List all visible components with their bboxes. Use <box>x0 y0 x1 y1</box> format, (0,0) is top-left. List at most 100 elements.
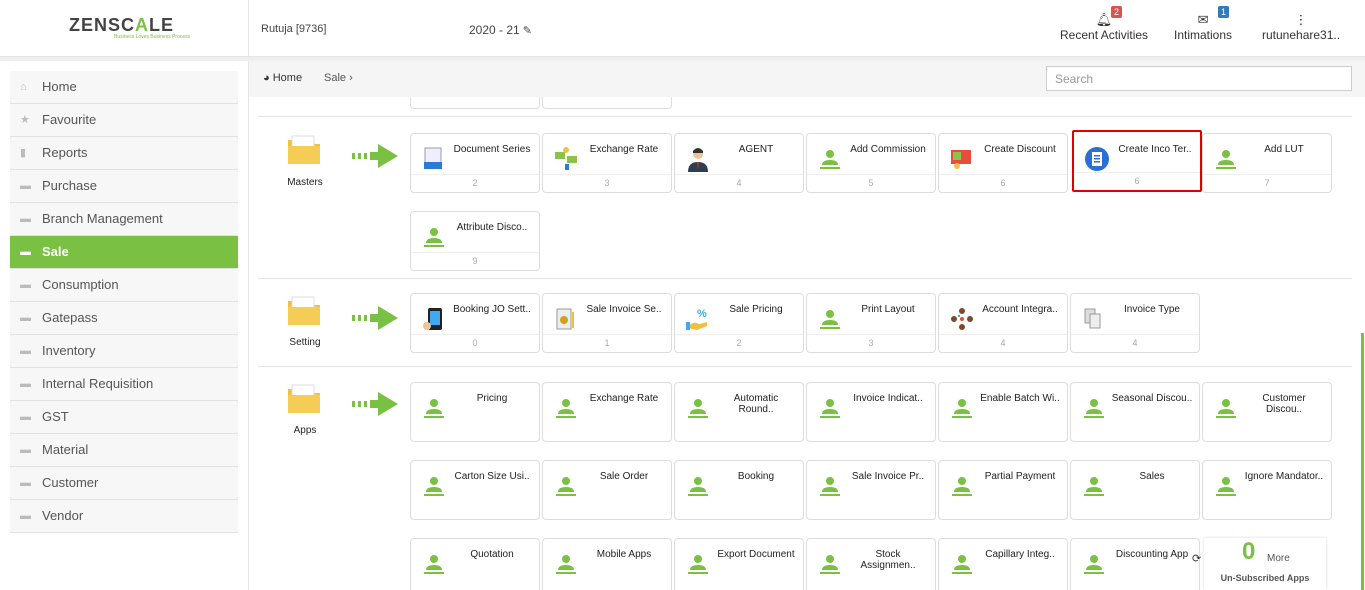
card-title: Sales <box>1139 471 1165 482</box>
card-title: Exchange Rate <box>589 144 659 155</box>
app-card[interactable]: Export Document <box>674 538 804 590</box>
refresh-icon[interactable]: ⟳ <box>1192 552 1201 565</box>
app-card[interactable]: Invoice Indicat.. <box>806 382 936 442</box>
document-icon: ▮ <box>20 147 27 159</box>
sidebar-item-reports[interactable]: ▮ Reports <box>10 137 238 170</box>
app-card[interactable]: Booking <box>674 460 804 520</box>
app-card[interactable]: Sale Order <box>542 460 672 520</box>
person-icon <box>556 555 576 574</box>
section-apps: Apps Pricing Exchange Rate Automatic Round… <box>258 367 1352 590</box>
scrolled-section <box>258 97 1352 117</box>
card-title: Invoice Type <box>1124 304 1180 315</box>
edit-icon[interactable]: ✎ <box>523 25 532 37</box>
financial-year[interactable]: 2020 - 21 ✎ <box>469 23 532 37</box>
app-card[interactable]: Seasonal Discou.. <box>1070 382 1200 442</box>
card-booking-jo-settings[interactable]: Booking JO Sett.. 0 <box>410 293 540 353</box>
card-title: Attribute Disco.. <box>456 222 528 233</box>
sidebar-item-material[interactable]: ▬ Material <box>10 434 238 467</box>
folder-icon: ▬ <box>20 312 31 324</box>
person-icon <box>424 477 444 496</box>
card-document-series[interactable]: Document Series 2 <box>410 133 540 193</box>
app-card[interactable]: Capillary Integ.. <box>938 538 1068 590</box>
card-title: Sale Pricing <box>729 304 783 315</box>
sidebar-item-gatepass[interactable]: ▬ Gatepass <box>10 302 238 335</box>
card-print-layout[interactable]: Print Layout 3 <box>806 293 936 353</box>
card-count: 6 <box>1074 172 1200 190</box>
sidebar-item-inventory[interactable]: ▬ Inventory <box>10 335 238 368</box>
app-card[interactable]: Partial Payment <box>938 460 1068 520</box>
card-title: Add LUT <box>1264 144 1304 155</box>
card-agent[interactable]: AGENT 4 <box>674 133 804 193</box>
card-title: Invoice Indicat.. <box>853 393 923 404</box>
person-icon <box>1084 555 1104 574</box>
unsubscribed-apps-panel[interactable]: 0 More Un-Subscribed Apps <box>1204 538 1326 590</box>
intimations-badge: 1 <box>1218 6 1230 18</box>
phone-icon <box>423 308 442 330</box>
currency-icon <box>555 147 577 170</box>
app-card[interactable]: Automatic Round.. <box>674 382 804 442</box>
sidebar-item-vendor[interactable]: ▬ Vendor <box>10 500 238 533</box>
sidebar-item-gst[interactable]: ▬ GST <box>10 401 238 434</box>
card-exchange-rate[interactable]: Exchange Rate 3 <box>542 133 672 193</box>
sidebar-item-label: Gatepass <box>42 310 98 325</box>
sidebar-item-sale[interactable]: ▬ Sale <box>10 236 238 269</box>
card-title: Partial Payment <box>984 471 1056 482</box>
app-card[interactable]: Ignore Mandator.. <box>1202 460 1332 520</box>
sidebar-item-internal-requisition[interactable]: ▬ Internal Requisition <box>10 368 238 401</box>
sidebar-item-branch-management[interactable]: ▬ Branch Management <box>10 203 238 236</box>
card-sale-pricing[interactable]: % Sale Pricing 2 <box>674 293 804 353</box>
folder-icon: ▬ <box>20 477 31 489</box>
app-card[interactable]: Exchange Rate <box>542 382 672 442</box>
recent-activities-button[interactable]: 🔔︎ 2 Recent Activities <box>1060 6 1148 42</box>
intimations-button[interactable]: ✉ 1 Intimations <box>1174 6 1232 42</box>
app-card[interactable]: Quotation <box>410 538 540 590</box>
app-card[interactable]: Discounting App <box>1070 538 1200 590</box>
sidebar-item-purchase[interactable]: ▬ Purchase <box>10 170 238 203</box>
agent-icon <box>688 148 708 172</box>
folder-icon: ▬ <box>20 345 31 357</box>
person-icon <box>1084 477 1104 496</box>
card-title: Booking JO Sett.. <box>453 304 531 315</box>
card-title: Pricing <box>476 393 508 404</box>
app-card[interactable]: Mobile Apps <box>542 538 672 590</box>
app-card[interactable]: Stock Assignmen.. <box>806 538 936 590</box>
scrollbar[interactable] <box>1361 333 1364 590</box>
card-add-lut[interactable]: Add LUT 7 <box>1202 133 1332 193</box>
card-create-discount[interactable]: Create Discount 6 <box>938 133 1068 193</box>
folder-icon <box>288 296 320 325</box>
person-icon <box>952 555 972 574</box>
sidebar-item-label: Material <box>42 442 89 457</box>
folder-icon: ▬ <box>20 279 31 291</box>
card-add-commission[interactable]: Add Commission 5 <box>806 133 936 193</box>
search-input[interactable] <box>1046 66 1352 91</box>
card-account-integration[interactable]: Account Integra.. 4 <box>938 293 1068 353</box>
section-label: Masters <box>287 177 323 188</box>
sidebar-item-label: Branch Management <box>42 211 163 226</box>
app-card[interactable]: Pricing <box>410 382 540 442</box>
account-menu[interactable]: ⋮ rutunehare31.. <box>1262 12 1340 42</box>
app-card[interactable]: Carton Size Usi.. <box>410 460 540 520</box>
person-icon <box>952 477 972 496</box>
breadcrumb-home[interactable]: ◕ Home <box>263 72 302 84</box>
sidebar-item-home[interactable]: ⌂ Home <box>10 71 238 104</box>
app-card[interactable]: Enable Batch Wi.. <box>938 382 1068 442</box>
person-icon <box>688 555 708 574</box>
main-content: Masters Document Series 2 Exchange Rate … <box>258 97 1352 590</box>
sidebar-item-customer[interactable]: ▬ Customer <box>10 467 238 500</box>
folder-icon: ▬ <box>20 444 31 456</box>
sidebar-item-label: Purchase <box>42 178 97 193</box>
more-word: More <box>1267 553 1290 564</box>
app-card[interactable]: Sale Invoice Pr.. <box>806 460 936 520</box>
card-attribute-discount[interactable]: Attribute Disco.. 9 <box>410 211 540 271</box>
card-invoice-type[interactable]: Invoice Type 4 <box>1070 293 1200 353</box>
logo[interactable]: ZENSCALE Business Loves Business Process <box>0 0 249 57</box>
card-count: 1 <box>543 334 671 352</box>
card-create-inco-terms[interactable]: Create Inco Ter.. 6 <box>1072 130 1202 192</box>
sidebar-item-consumption[interactable]: ▬ Consumption <box>10 269 238 302</box>
app-card[interactable]: Sales <box>1070 460 1200 520</box>
person-icon <box>820 555 840 574</box>
app-card[interactable]: Customer Discou.. <box>1202 382 1332 442</box>
card-sale-invoice-settings[interactable]: Sale Invoice Se.. 1 <box>542 293 672 353</box>
card-title: Stock Assignmen.. <box>860 549 916 571</box>
sidebar-item-favourite[interactable]: ★ Favourite <box>10 104 238 137</box>
